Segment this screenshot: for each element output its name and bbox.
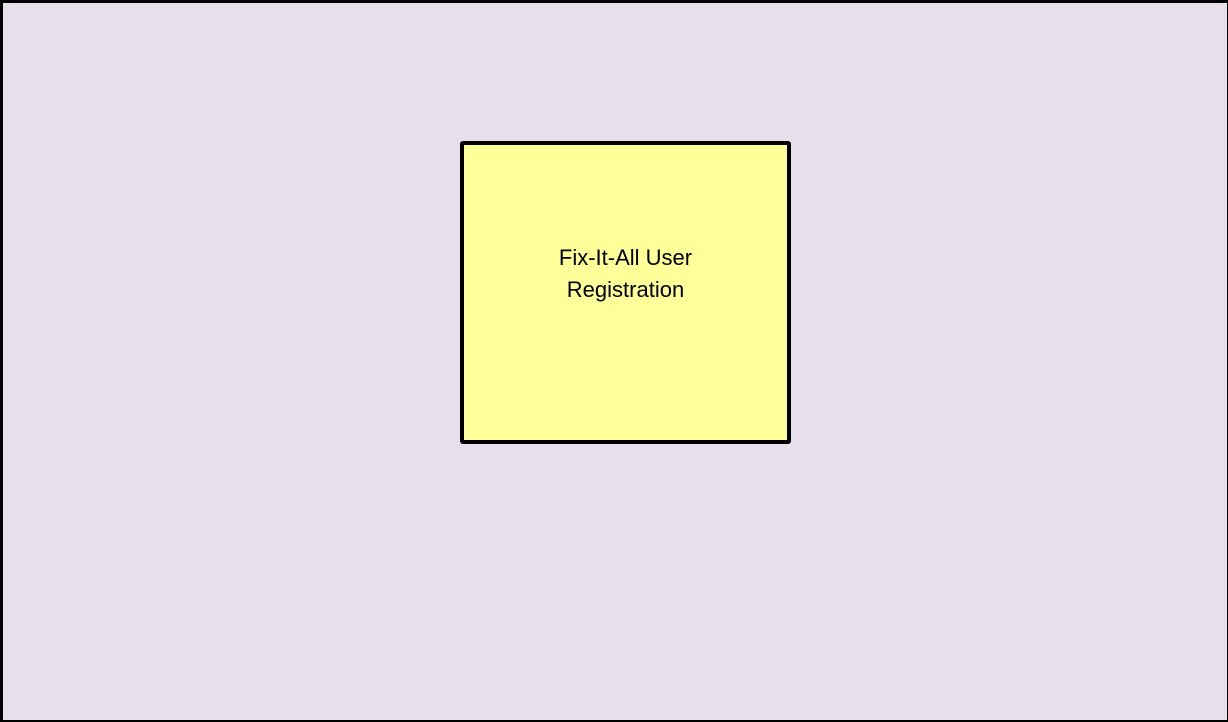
process-box-label: Fix-It-All User Registration (464, 242, 787, 306)
process-box: Fix-It-All User Registration (460, 141, 791, 444)
diagram-canvas: Fix-It-All User Registration (0, 0, 1228, 722)
process-box-label-line-1: Fix-It-All User (558, 245, 693, 270)
process-box-label-line-2: Registration (566, 277, 685, 302)
